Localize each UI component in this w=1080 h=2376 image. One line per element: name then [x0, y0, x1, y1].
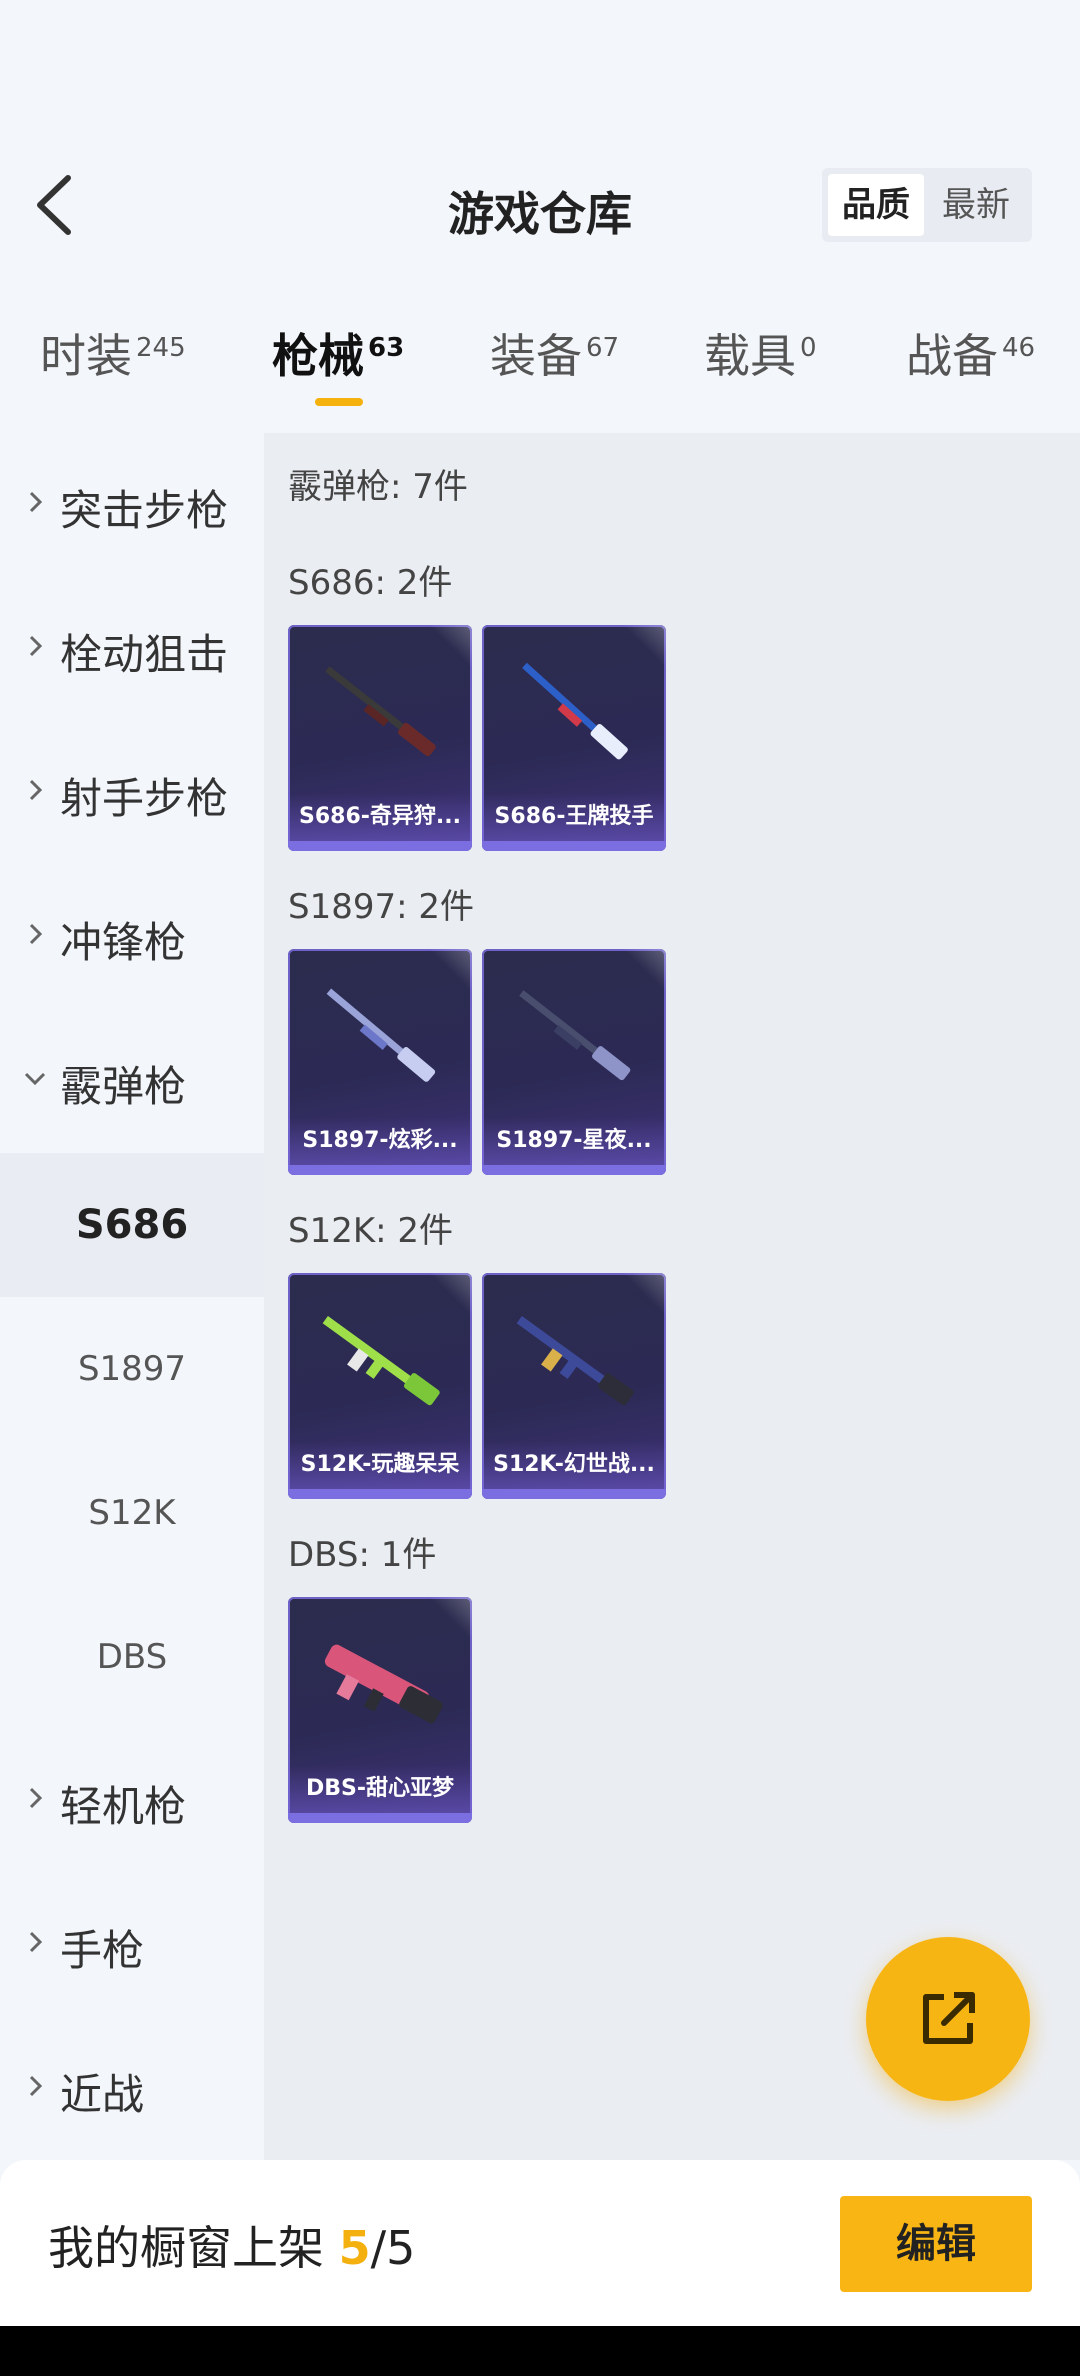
- section-title: DBS: 1件: [288, 1535, 437, 1575]
- weapon-card[interactable]: S1897-星夜...: [482, 949, 666, 1175]
- rarity-bar: [482, 841, 666, 851]
- sort-toggle: 品质 最新: [822, 168, 1032, 242]
- rarity-bar: [482, 1489, 666, 1499]
- weapon-name: S1897-炫彩...: [288, 1117, 472, 1165]
- section-title: S686: 2件: [288, 563, 453, 603]
- sidebar-item-label: 轻机枪: [60, 1782, 187, 1831]
- sidebar-item-pistol[interactable]: 手枪: [0, 1873, 264, 2017]
- rarity-bar: [288, 1489, 472, 1499]
- shotgun-image: [325, 666, 436, 757]
- rarity-bar: [482, 1165, 666, 1175]
- showcase-current: 5: [338, 2221, 371, 2275]
- sidebar-subitem-s686[interactable]: S686: [0, 1153, 264, 1297]
- external-link-icon: [923, 1992, 975, 2044]
- share-button[interactable]: [866, 1937, 1030, 2101]
- chevron-right-icon: [29, 2075, 43, 2097]
- active-tab-indicator: [315, 398, 363, 406]
- sidebar-item-shotgun[interactable]: 霰弹枪: [0, 1009, 264, 1153]
- weapon-name: S686-奇异狩...: [288, 793, 472, 841]
- tab-count: 67: [586, 332, 620, 363]
- rarity-bar: [288, 1165, 472, 1175]
- shotgun-image: [324, 1644, 443, 1724]
- chevron-right-icon: [29, 1931, 43, 1953]
- tab-label: 载具: [704, 329, 796, 383]
- tab-label: 装备: [490, 329, 582, 383]
- sidebar-item-label: 冲锋枪: [60, 918, 187, 967]
- shotgun-image: [322, 1315, 440, 1406]
- header: 游戏仓库 品质 最新: [0, 150, 1080, 260]
- tab-vehicles[interactable]: 载具 0: [704, 320, 817, 410]
- chevron-right-icon: [29, 923, 43, 945]
- sort-quality-option[interactable]: 品质: [828, 174, 924, 236]
- sidebar-item-label: 近战: [60, 2070, 145, 2119]
- sidebar-subitem-s12k[interactable]: S12K: [0, 1441, 264, 1585]
- sidebar-item-melee[interactable]: 近战: [0, 2017, 264, 2161]
- weapon-name: DBS-甜心亚梦: [288, 1765, 472, 1813]
- chevron-right-icon: [29, 779, 43, 801]
- sidebar-item-label: 手枪: [60, 1926, 145, 1975]
- tab-count: 63: [368, 332, 405, 363]
- weapon-card[interactable]: S1897-炫彩...: [288, 949, 472, 1175]
- sidebar-item-smg[interactable]: 冲锋枪: [0, 865, 264, 1009]
- shotgun-image: [519, 990, 631, 1081]
- tab-outfits[interactable]: 时装 245: [40, 320, 186, 410]
- sidebar-item-label: 霰弹枪: [60, 1062, 187, 1111]
- sidebar-item-bolt-sniper[interactable]: 栓动狙击: [0, 577, 264, 721]
- sidebar-item-lmg[interactable]: 轻机枪: [0, 1729, 264, 1873]
- showcase-total: 5: [386, 2221, 416, 2275]
- sort-newest-option[interactable]: 最新: [928, 174, 1024, 236]
- tab-equipment[interactable]: 装备 67: [490, 320, 619, 410]
- shotgun-image: [516, 1315, 634, 1406]
- tab-count: 0: [800, 332, 817, 363]
- weapon-card[interactable]: S686-王牌投手: [482, 625, 666, 851]
- chevron-right-icon: [29, 1787, 43, 1809]
- tab-label: 时装: [40, 329, 132, 383]
- sidebar-item-label: 栓动狙击: [60, 630, 229, 679]
- tab-label: 枪械: [272, 329, 364, 383]
- tab-label: 战备: [906, 329, 998, 383]
- sidebar-item-label: 突击步枪: [60, 486, 229, 535]
- sidebar-item-marksman-rifle[interactable]: 射手步枪: [0, 721, 264, 865]
- sidebar-subitem-dbs[interactable]: DBS: [0, 1585, 264, 1729]
- sidebar-item-assault-rifle[interactable]: 突击步枪: [0, 433, 264, 577]
- weapon-card[interactable]: S12K-玩趣呆呆: [288, 1273, 472, 1499]
- showcase-status: 我的橱窗上架 5/5: [48, 2212, 415, 2278]
- showcase-sep: /: [370, 2221, 387, 2275]
- category-tabs: 时装 245 枪械 63 装备 67 载具 0 战备 46: [0, 320, 1080, 430]
- chevron-right-icon: [29, 491, 43, 513]
- rarity-bar: [288, 1813, 472, 1823]
- tab-firearms[interactable]: 枪械 63: [272, 320, 404, 410]
- weapon-card[interactable]: DBS-甜心亚梦: [288, 1597, 472, 1823]
- sidebar-item-label: 射手步枪: [60, 774, 229, 823]
- shotgun-image: [522, 662, 628, 760]
- edit-button[interactable]: 编辑: [840, 2196, 1032, 2292]
- warehouse-screen: 游戏仓库 品质 最新 时装 245 枪械 63 装备 67 载具 0 战备 46 突击步枪: [0, 0, 1080, 2376]
- weapon-card[interactable]: S686-奇异狩...: [288, 625, 472, 851]
- weapon-list: 霰弹枪: 7件 S686: 2件 S686-奇异狩... S686-王牌投手 S…: [264, 433, 1080, 2160]
- chevron-right-icon: [29, 635, 43, 657]
- shotgun-image: [326, 988, 436, 1082]
- showcase-label: 我的橱窗上架: [48, 2221, 339, 2275]
- bottom-bar: 我的橱窗上架 5/5 编辑: [0, 2160, 1080, 2326]
- weapon-category-sidebar: 突击步枪 栓动狙击 射手步枪 冲锋枪 霰弹枪 S686 S1897 S12K D…: [0, 433, 264, 2160]
- group-title: 霰弹枪: 7件: [288, 467, 468, 507]
- tab-count: 46: [1002, 332, 1036, 363]
- section-title: S12K: 2件: [288, 1211, 454, 1251]
- navigation-bar: [0, 2326, 1080, 2376]
- chevron-down-icon: [24, 1072, 46, 1086]
- weapon-name: S12K-玩趣呆呆: [288, 1441, 472, 1489]
- tab-count: 245: [136, 332, 186, 363]
- rarity-bar: [288, 841, 472, 851]
- tab-supplies[interactable]: 战备 46: [906, 320, 1035, 410]
- weapon-name: S12K-幻世战...: [482, 1441, 666, 1489]
- weapon-name: S1897-星夜...: [482, 1117, 666, 1165]
- weapon-name: S686-王牌投手: [482, 793, 666, 841]
- sidebar-subitem-s1897[interactable]: S1897: [0, 1297, 264, 1441]
- section-title: S1897: 2件: [288, 887, 475, 927]
- weapon-card[interactable]: S12K-幻世战...: [482, 1273, 666, 1499]
